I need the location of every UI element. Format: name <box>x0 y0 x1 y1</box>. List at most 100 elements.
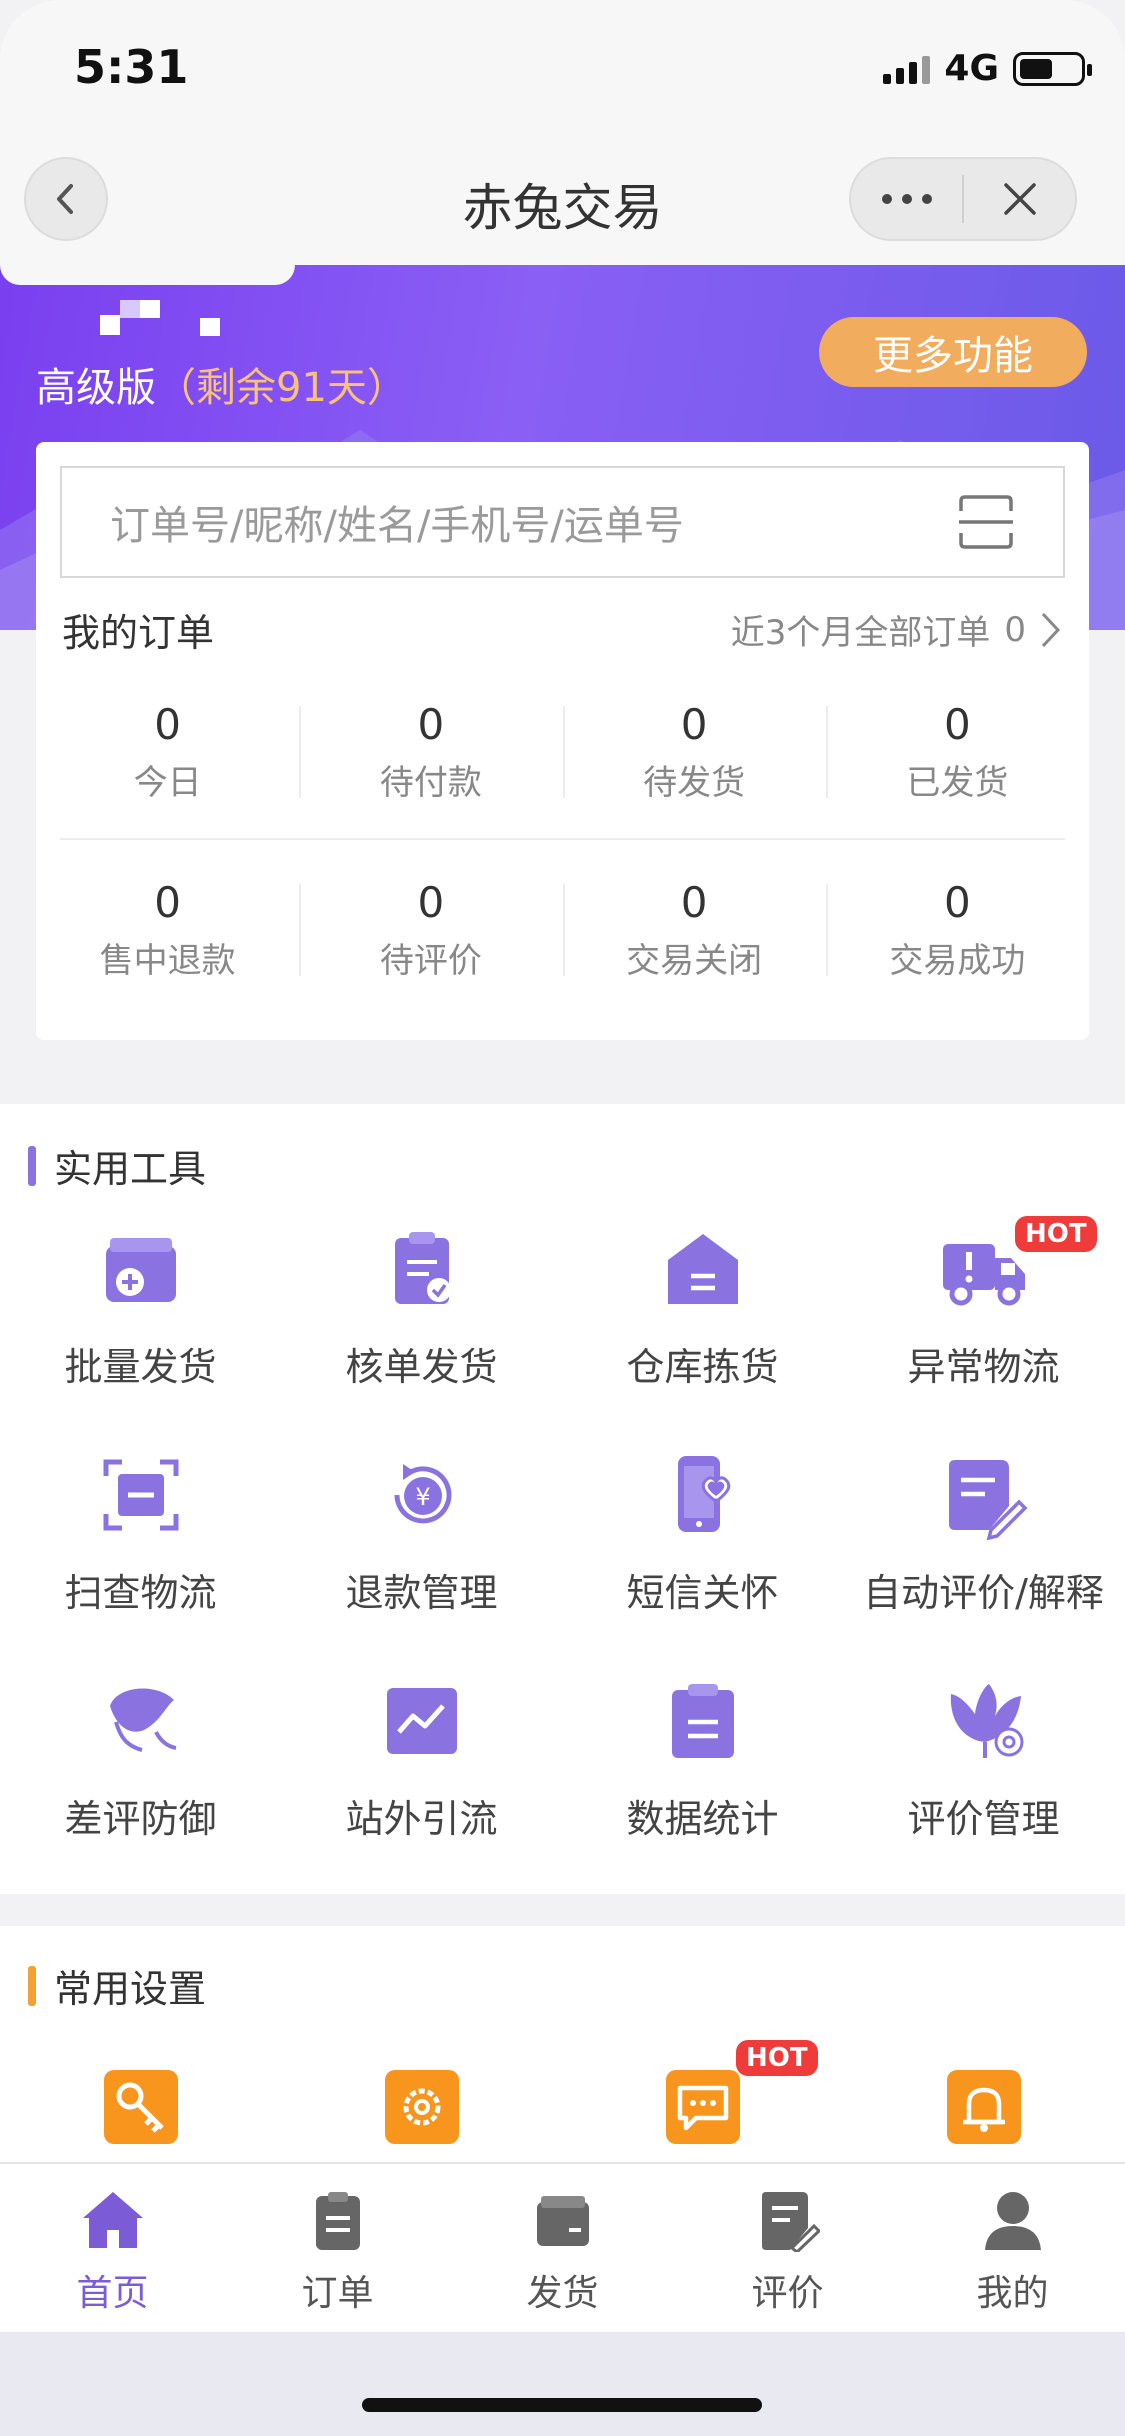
my-orders-title: 我的订单 <box>62 611 215 655</box>
stat-number: 0 <box>154 878 181 927</box>
tab-label: 发货 <box>526 2273 599 2314</box>
order-stats-row-2: 0 售中退款 0 待评价 0 交易关闭 0 交易成功 <box>36 878 1089 982</box>
notch-tab <box>0 265 295 285</box>
setting-bell[interactable] <box>843 2070 1124 2148</box>
tab-label: 首页 <box>76 2273 149 2314</box>
more-dots-icon <box>881 194 932 204</box>
phone-heart-icon <box>677 1456 730 1532</box>
tool-batch-ship[interactable]: 批量发货 <box>0 1224 281 1391</box>
home-indicator-area <box>0 2332 1125 2436</box>
tool-scan-logistics[interactable]: 扫查物流 <box>0 1450 281 1617</box>
all-orders-link[interactable]: 近3个月全部订单 0 <box>731 605 1062 654</box>
mini-program-capsule <box>849 157 1077 241</box>
stat-label: 交易成功 <box>889 941 1026 981</box>
tools-section-title: 实用工具 <box>28 1138 206 1193</box>
tool-auto-review[interactable]: 自动评价/解释 <box>843 1450 1124 1617</box>
bell-icon <box>946 2070 1021 2144</box>
tool-refund-manage[interactable]: ¥ 退款管理 <box>281 1450 562 1617</box>
setting-key[interactable] <box>0 2070 281 2148</box>
tool-label: 评价管理 <box>907 1797 1060 1841</box>
divider <box>60 838 1065 840</box>
tab-mine[interactable]: 我的 <box>900 2164 1125 2332</box>
tool-sms-care[interactable]: 短信关怀 <box>562 1450 843 1617</box>
order-search-input[interactable]: 订单号/昵称/姓名/手机号/运单号 <box>60 466 1065 578</box>
stat-label: 售中退款 <box>99 941 236 981</box>
stat-number: 0 <box>417 700 445 749</box>
settings-section: 常用设置 HOT <box>0 1926 1125 2162</box>
edition-label: 高级版（剩余91天） <box>36 355 407 413</box>
tab-ship[interactable]: 发货 <box>450 2164 675 2332</box>
stat-pending-review[interactable]: 0 待评价 <box>299 878 562 982</box>
tools-section: 实用工具 批量发货 核单发货 仓库拣货 HOT 异常物流 扫查物流 ¥ 退款管理 <box>0 1104 1125 1894</box>
tab-orders[interactable]: 订单 <box>225 2164 450 2332</box>
home-icon <box>82 2192 143 2248</box>
more-button[interactable] <box>851 159 962 239</box>
settings-title-text: 常用设置 <box>54 1967 207 2011</box>
order-card: 订单号/昵称/姓名/手机号/运单号 我的订单 近3个月全部订单 0 0 今日 0 待… <box>36 442 1089 1040</box>
order-icon <box>315 2192 360 2250</box>
stat-refund-in-progress[interactable]: 0 售中退款 <box>36 878 299 982</box>
setting-gear[interactable] <box>281 2070 562 2148</box>
stat-label: 今日 <box>133 763 202 803</box>
section-accent-bar <box>28 1965 36 2006</box>
stat-pending-payment[interactable]: 0 待付款 <box>299 700 562 804</box>
tab-label: 订单 <box>301 2273 374 2314</box>
shield-leaf-icon <box>109 1688 176 1752</box>
gear-icon <box>384 2070 459 2144</box>
stat-success[interactable]: 0 交易成功 <box>825 878 1089 982</box>
avatar-pixel <box>120 300 140 318</box>
battery-icon <box>1013 51 1092 86</box>
avatar-pixel <box>140 300 160 318</box>
stat-label: 待评价 <box>379 941 482 981</box>
navigation-bar: 赤兔交易 <box>0 140 1125 265</box>
tab-review[interactable]: 评价 <box>675 2164 900 2332</box>
hot-badge: HOT <box>1015 1216 1097 1252</box>
stat-number: 0 <box>944 700 971 749</box>
scan-icon[interactable] <box>957 493 1015 551</box>
edition-remaining: （剩余91天） <box>156 365 407 411</box>
stat-label: 待付款 <box>379 763 482 803</box>
search-placeholder: 订单号/昵称/姓名/手机号/运单号 <box>110 503 684 549</box>
box-add-icon <box>105 1238 176 1302</box>
tab-label: 评价 <box>751 2273 824 2314</box>
note-edit-icon <box>948 1460 1027 1541</box>
svg-text:¥: ¥ <box>415 1483 430 1511</box>
tool-review-manage[interactable]: 评价管理 <box>843 1676 1124 1843</box>
stat-today[interactable]: 0 今日 <box>36 700 299 804</box>
tool-label: 数据统计 <box>626 1797 779 1841</box>
stat-shipped[interactable]: 0 已发货 <box>825 700 1089 804</box>
tool-external-traffic[interactable]: 站外引流 <box>281 1676 562 1843</box>
review-icon <box>761 2192 821 2254</box>
tool-verify-ship[interactable]: 核单发货 <box>281 1224 562 1391</box>
tools-title-text: 实用工具 <box>54 1147 207 1191</box>
all-orders-count: 0 <box>1004 609 1026 650</box>
clipboard-check-icon <box>394 1232 451 1304</box>
warehouse-icon <box>667 1234 738 1304</box>
tool-label: 核单发货 <box>345 1345 498 1389</box>
close-button[interactable] <box>964 159 1075 239</box>
tab-home[interactable]: 首页 <box>0 2164 225 2332</box>
setting-message[interactable]: HOT <box>562 2040 843 2148</box>
ship-box-icon <box>536 2196 589 2246</box>
tool-bad-review-defense[interactable]: 差评防御 <box>0 1676 281 1843</box>
stat-number: 0 <box>417 878 445 927</box>
stat-number: 0 <box>944 878 971 927</box>
more-features-button[interactable]: 更多功能 <box>819 317 1087 387</box>
tool-label: 退款管理 <box>345 1571 498 1615</box>
tool-label: 异常物流 <box>907 1345 1060 1389</box>
tab-bar: 首页 订单 发货 评价 我的 <box>0 2162 1125 2332</box>
key-icon <box>103 2070 178 2144</box>
stat-number: 0 <box>680 700 708 749</box>
stat-pending-shipment[interactable]: 0 待发货 <box>562 700 826 804</box>
tool-warehouse-pick[interactable]: 仓库拣货 <box>562 1224 843 1391</box>
home-indicator[interactable] <box>362 2398 762 2412</box>
tab-label: 我的 <box>976 2273 1049 2314</box>
stat-label: 待发货 <box>643 763 746 803</box>
stat-number: 0 <box>680 878 708 927</box>
status-indicators: 4G <box>883 48 1092 89</box>
signal-icon <box>883 54 931 84</box>
tool-data-stats[interactable]: 数据统计 <box>562 1676 843 1843</box>
stat-closed[interactable]: 0 交易关闭 <box>562 878 826 982</box>
avatar-pixel <box>200 318 220 336</box>
tool-abnormal-logistics[interactable]: HOT 异常物流 <box>843 1216 1124 1391</box>
